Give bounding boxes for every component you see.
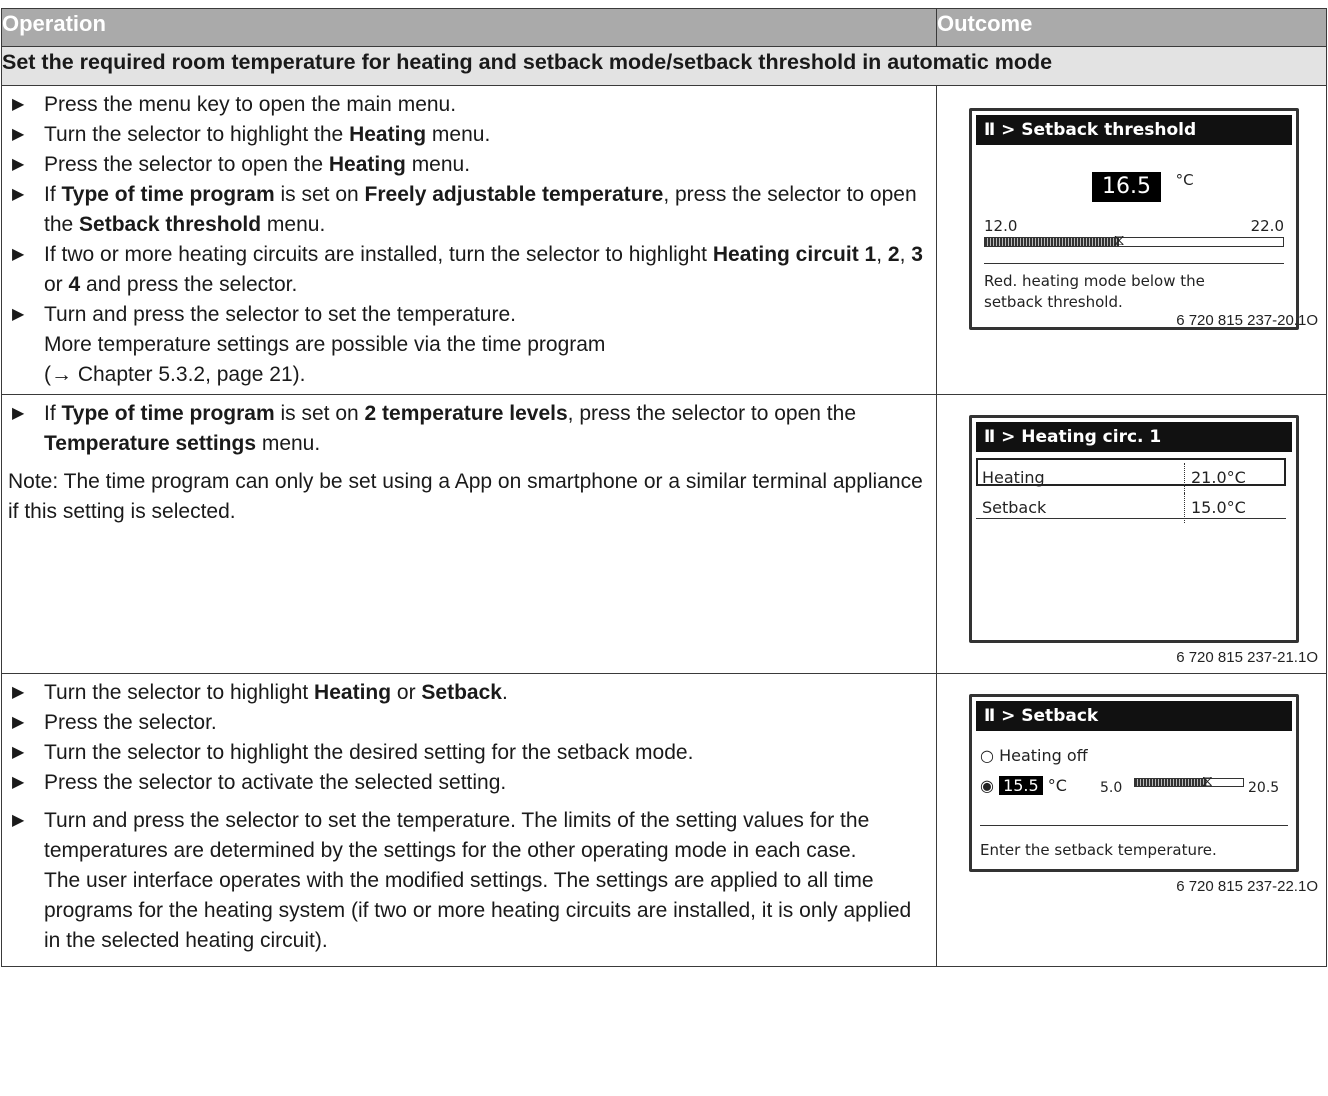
- operation-cell: Press the menu key to open the main menu…: [1, 85, 937, 395]
- operation-cell: If Type of time program is set on 2 temp…: [1, 394, 937, 674]
- divider: [984, 263, 1284, 264]
- menu-row-value: 15.0°C: [1184, 493, 1246, 523]
- table-row: Turn the selector to highlight Heating o…: [1, 673, 1327, 967]
- screen-title-bar: Ⅱ > Heating circ. 1: [976, 422, 1292, 452]
- option-heating-off[interactable]: ○ Heating off: [980, 741, 1088, 771]
- step-list: Press the menu key to open the main menu…: [8, 90, 928, 390]
- step-item: Press the selector to open the Heating m…: [8, 150, 928, 180]
- header-operation: Operation: [1, 8, 937, 47]
- screen-breadcrumb: > Heating circ. 1: [1001, 427, 1162, 447]
- temperature-slider: ⧖: [984, 232, 1284, 248]
- temperature-value: 16.5: [1092, 172, 1161, 202]
- menu-row-setback[interactable]: Setback 15.0°C: [976, 490, 1286, 523]
- step-item: Turn the selector to highlight Heating o…: [8, 678, 928, 708]
- option-temperature[interactable]: ◉ 15.5 °C: [980, 771, 1067, 801]
- header-outcome: Outcome: [936, 8, 1327, 47]
- radio-selected-icon: ◉: [980, 776, 994, 795]
- display-heating-circuit: Ⅱ > Heating circ. 1 Heating 21.0°C Setba…: [969, 415, 1299, 643]
- step-item: If two or more heating circuits are inst…: [8, 240, 928, 300]
- radio-unselected-icon: ○: [980, 746, 994, 765]
- divider: [980, 825, 1288, 826]
- screen-breadcrumb: > Setback threshold: [1001, 120, 1197, 140]
- radiator-icon: Ⅱ: [984, 120, 996, 140]
- temperature-unit: °C: [1175, 171, 1194, 189]
- outcome-cell: Ⅱ > Setback ○ Heating off ◉ 15.5 °C 5.0 …: [936, 673, 1327, 967]
- step-item: Press the selector.: [8, 708, 928, 738]
- radiator-icon: Ⅱ: [984, 427, 996, 447]
- section-title-row: Set the required room temperature for he…: [1, 46, 1327, 86]
- screen-title-bar: Ⅱ > Setback threshold: [976, 115, 1292, 145]
- display-setback: Ⅱ > Setback ○ Heating off ◉ 15.5 °C 5.0 …: [969, 694, 1299, 872]
- note-text: Note: The time program can only be set u…: [8, 470, 923, 523]
- menu-row-label: Setback: [982, 498, 1047, 517]
- figure-number: 6 720 815 237-22.1O: [1176, 878, 1318, 895]
- instruction-table: Operation Outcome Set the required room …: [1, 8, 1327, 967]
- table-row: Press the menu key to open the main menu…: [1, 85, 1327, 395]
- temperature-value: 15.5: [999, 776, 1043, 795]
- option-label: Heating off: [999, 746, 1088, 765]
- slider-fill: [985, 238, 1120, 246]
- step-list: Turn the selector to highlight Heating o…: [8, 678, 928, 956]
- menu-row-value: 21.0°C: [1184, 463, 1246, 493]
- screen-help-text: Enter the setback temperature.: [980, 841, 1217, 859]
- radiator-icon: Ⅱ: [984, 706, 996, 726]
- outcome-cell: Ⅱ > Heating circ. 1 Heating 21.0°C Setba…: [936, 394, 1327, 674]
- step-item: If Type of time program is set on 2 temp…: [8, 399, 928, 459]
- table-header: Operation Outcome: [1, 8, 1327, 47]
- temperature-unit: °C: [1047, 776, 1067, 795]
- step-item: Press the selector to activate the selec…: [8, 768, 928, 798]
- slider-knob-icon: ⧖: [1201, 771, 1213, 790]
- display-setback-threshold: Ⅱ > Setback threshold 16.5 °C 12.0 22.0 …: [969, 108, 1299, 330]
- figure-number: 6 720 815 237-20.1O: [1176, 312, 1318, 329]
- outcome-cell: Ⅱ > Setback threshold 16.5 °C 12.0 22.0 …: [936, 85, 1327, 395]
- slider-max: 20.5: [1248, 780, 1280, 796]
- step-item: Turn the selector to highlight the desir…: [8, 738, 928, 768]
- slider-knob-icon: ⧖: [1113, 230, 1125, 249]
- figure-number: 6 720 815 237-21.1O: [1176, 649, 1318, 666]
- step-item: Press the menu key to open the main menu…: [8, 90, 928, 120]
- step-item: Turn the selector to highlight the Heati…: [8, 120, 928, 150]
- step-item: Turn and press the selector to set the t…: [8, 300, 928, 390]
- table-row: If Type of time program is set on 2 temp…: [1, 394, 1327, 674]
- temperature-slider: ⧖: [1134, 773, 1244, 789]
- value-display: 16.5 °C: [1092, 171, 1194, 203]
- step-list: If Type of time program is set on 2 temp…: [8, 399, 928, 459]
- step-item: If Type of time program is set on Freely…: [8, 180, 928, 240]
- screen-title-bar: Ⅱ > Setback: [976, 701, 1292, 731]
- section-title: Set the required room temperature for he…: [1, 46, 1327, 86]
- menu-row-label: Heating: [982, 468, 1045, 487]
- screen-breadcrumb: > Setback: [1001, 706, 1099, 726]
- menu-row-heating[interactable]: Heating 21.0°C: [976, 458, 1286, 493]
- slider-min: 5.0: [1100, 780, 1123, 796]
- slider-fill: [1135, 779, 1208, 786]
- operation-cell: Turn the selector to highlight Heating o…: [1, 673, 937, 967]
- step-item: Turn and press the selector to set the t…: [8, 806, 928, 956]
